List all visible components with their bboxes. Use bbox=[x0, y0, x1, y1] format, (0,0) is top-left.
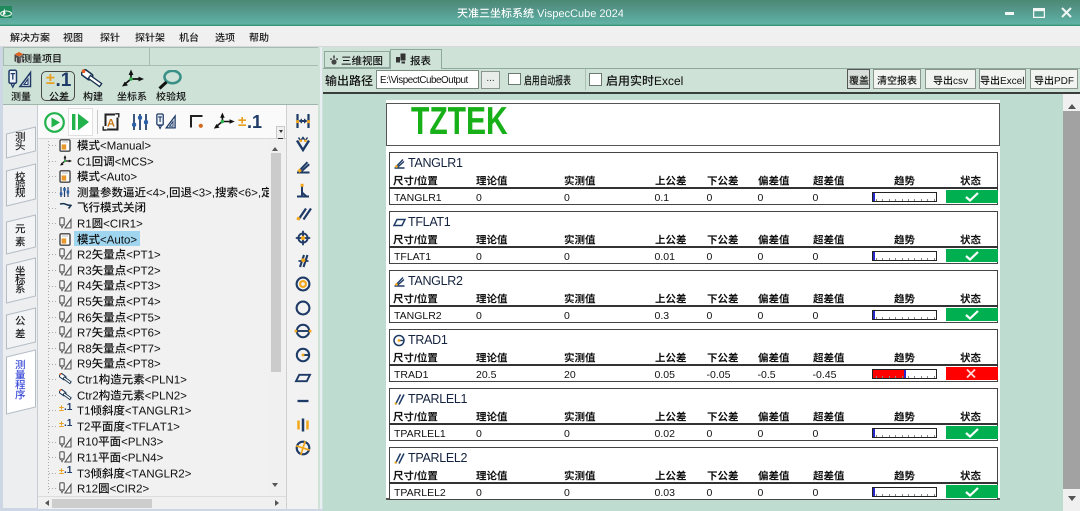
svg-text:A: A bbox=[107, 118, 115, 130]
